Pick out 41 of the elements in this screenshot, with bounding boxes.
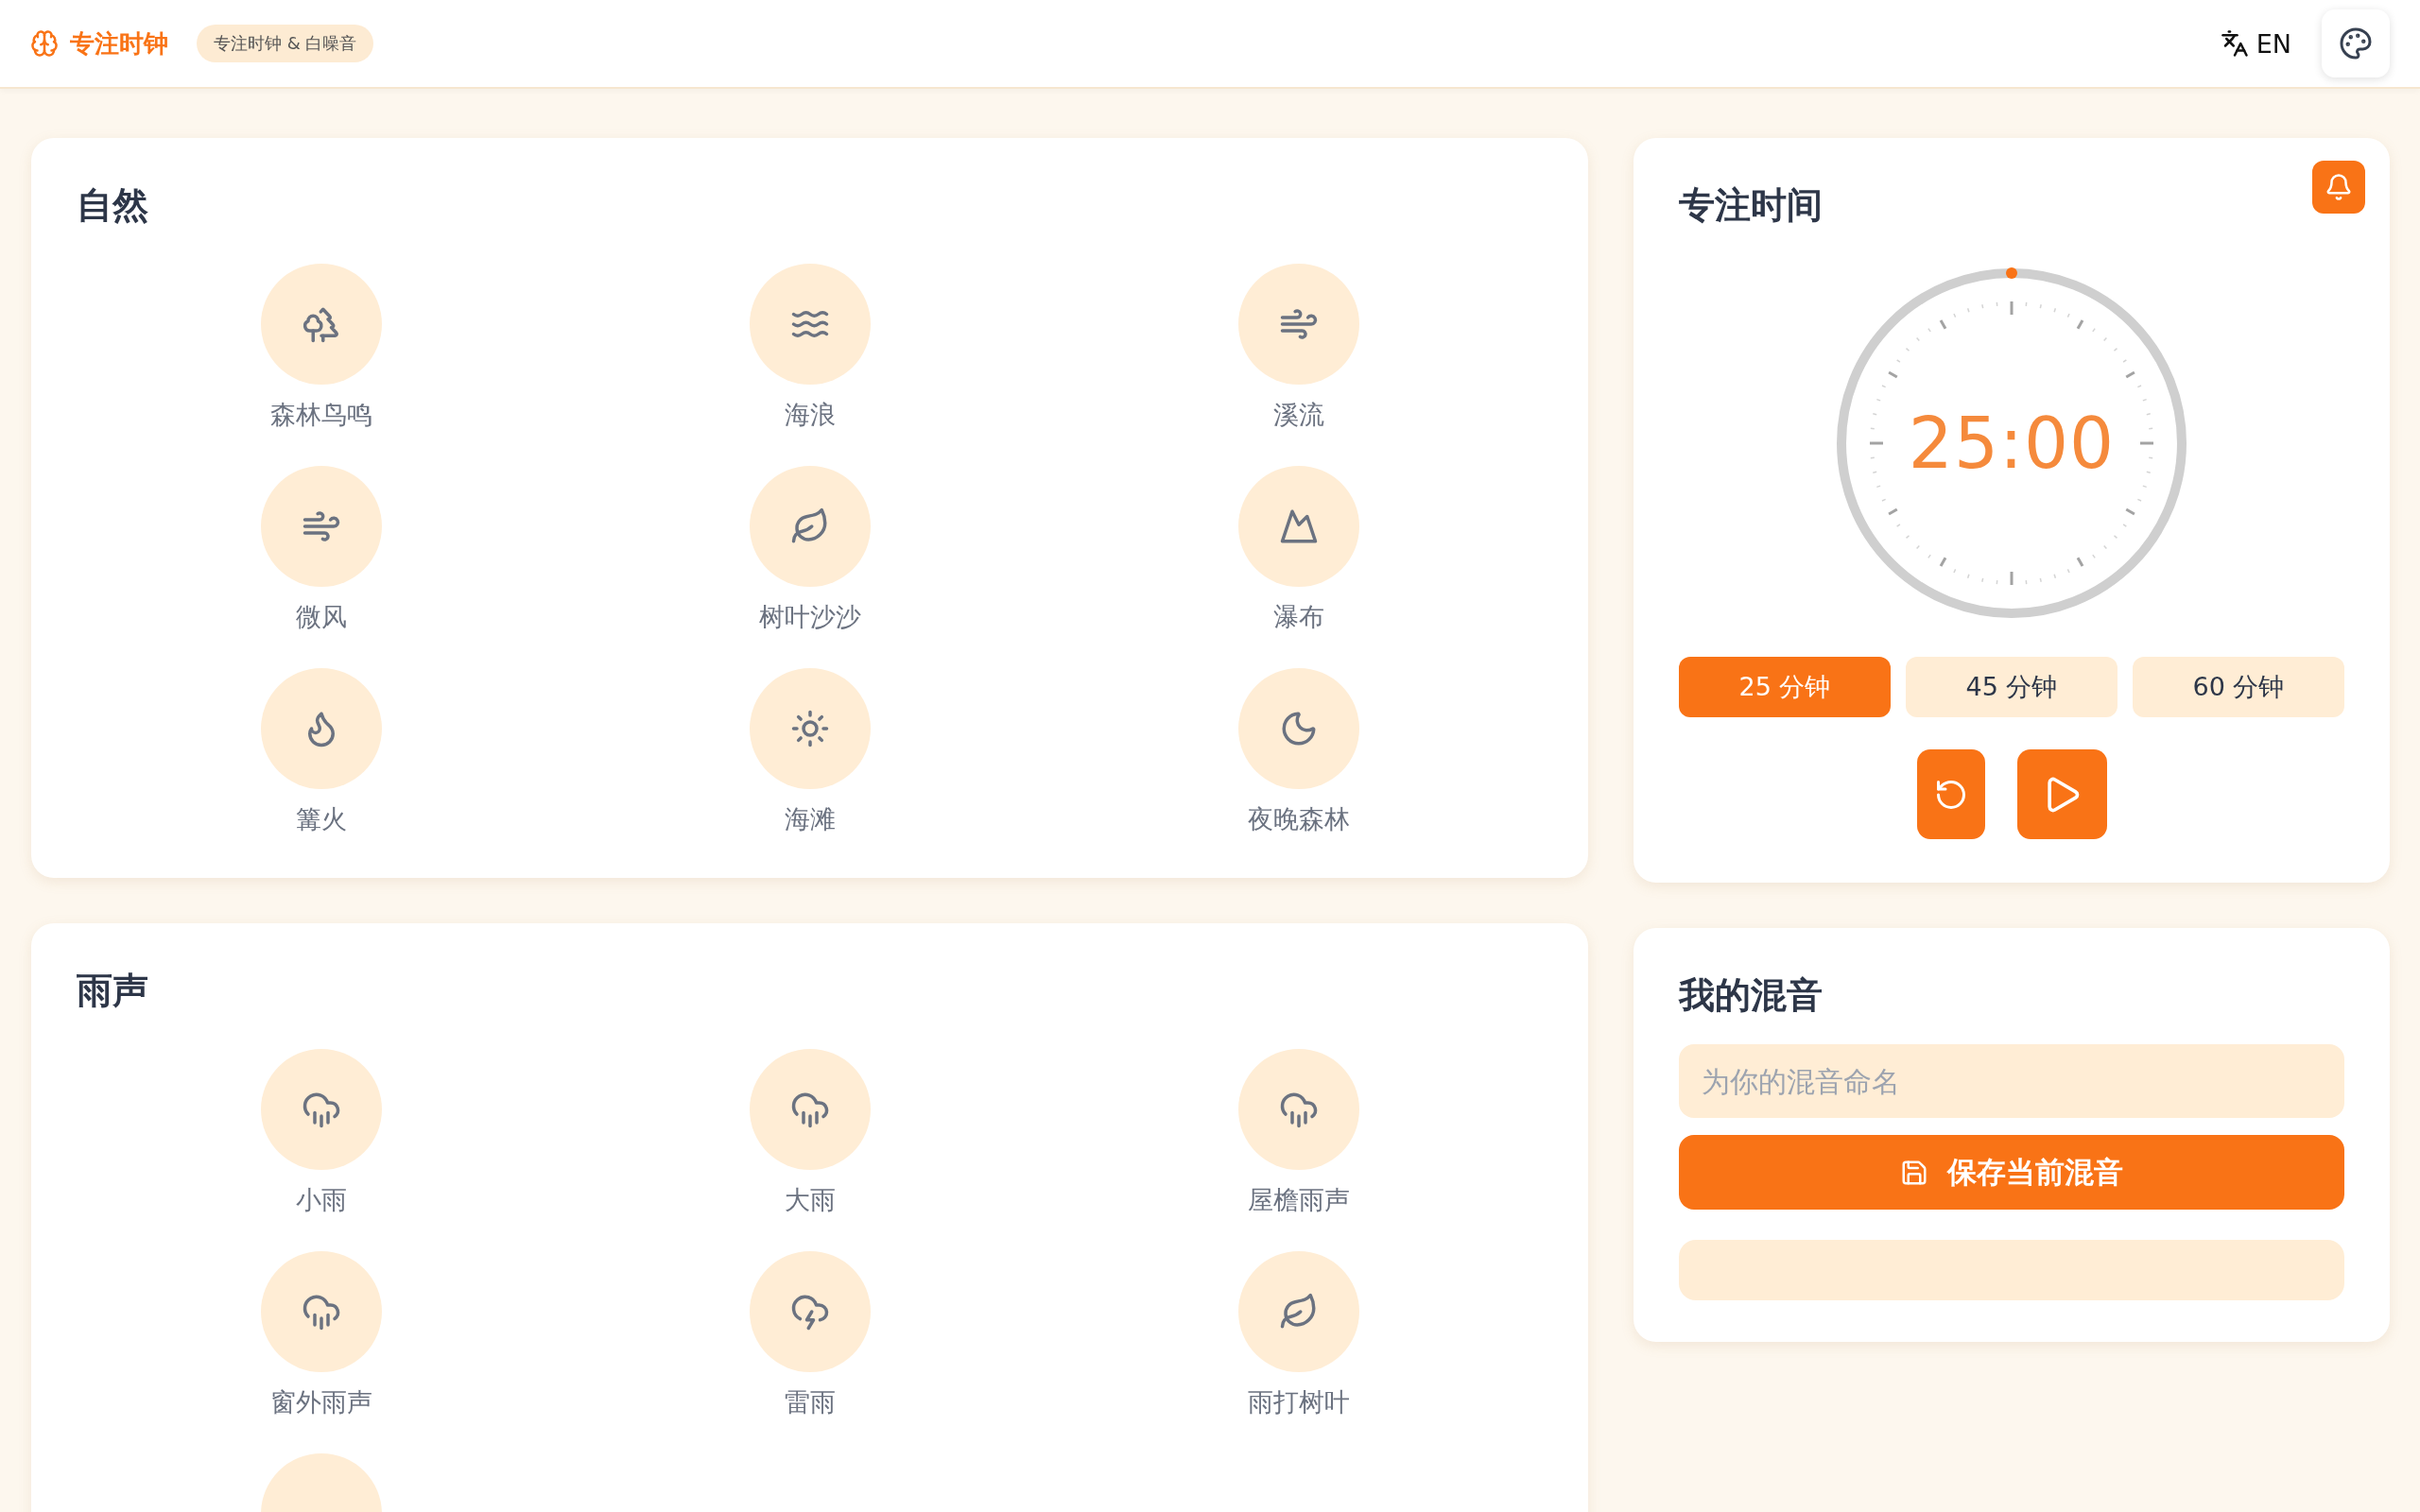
cloud-rain-icon (301, 1090, 341, 1129)
language-button[interactable]: EN (2214, 23, 2297, 64)
sun-icon (789, 709, 830, 748)
section-title: 自然 (77, 183, 149, 228)
bell-icon (2325, 173, 2353, 201)
brain-icon (30, 29, 59, 58)
palette-icon (2339, 26, 2373, 60)
trees-icon (301, 304, 341, 344)
cloud-rain-icon (1278, 1090, 1319, 1129)
sound-label: 大雨 (784, 1184, 836, 1216)
timer-title: 专注时间 (1679, 183, 1824, 228)
app-name: 专注时钟 (70, 27, 168, 60)
sound-label: 溪流 (1272, 399, 1324, 431)
sound-label: 瀑布 (1272, 601, 1324, 633)
sound-label: 树叶沙沙 (758, 601, 861, 633)
timer-display: 25:00 (1908, 403, 2116, 484)
sound-label: 雨打树叶 (1247, 1386, 1350, 1418)
sound-label: 微风 (295, 601, 347, 633)
reset-button[interactable] (1916, 749, 1985, 839)
notification-button[interactable] (2312, 161, 2365, 214)
section-title: 雨声 (77, 969, 149, 1013)
sound-label: 窗外雨声 (269, 1386, 372, 1418)
sound-label: 夜晚森林 (1247, 803, 1350, 835)
theme-button[interactable] (2322, 9, 2390, 77)
app-badge: 专注时钟 & 白噪音 (197, 25, 374, 62)
sound-label: 屋檐雨声 (1247, 1184, 1350, 1216)
play-button[interactable] (2016, 749, 2107, 839)
cloud-lightning-icon (789, 1292, 830, 1332)
sound-label: 森林鸟鸣 (269, 399, 372, 431)
mix-name-field[interactable]: 为你的混音命名 (1679, 1044, 2344, 1118)
sound-label: 小雨 (295, 1184, 347, 1216)
duration-button[interactable]: 60 分钟 (2133, 657, 2344, 717)
sound-label: 雷雨 (784, 1386, 836, 1418)
sound-label: 篝火 (295, 803, 347, 835)
translate-icon (2220, 29, 2249, 58)
sound-label: 海浪 (784, 399, 836, 431)
cloud-rain-icon (301, 1292, 341, 1332)
sound-label: 海滩 (784, 803, 836, 835)
cloud-rain-icon (789, 1090, 830, 1129)
duration-button[interactable]: 45 分钟 (1906, 657, 2118, 717)
mix-title: 我的混音 (1679, 973, 1824, 1018)
